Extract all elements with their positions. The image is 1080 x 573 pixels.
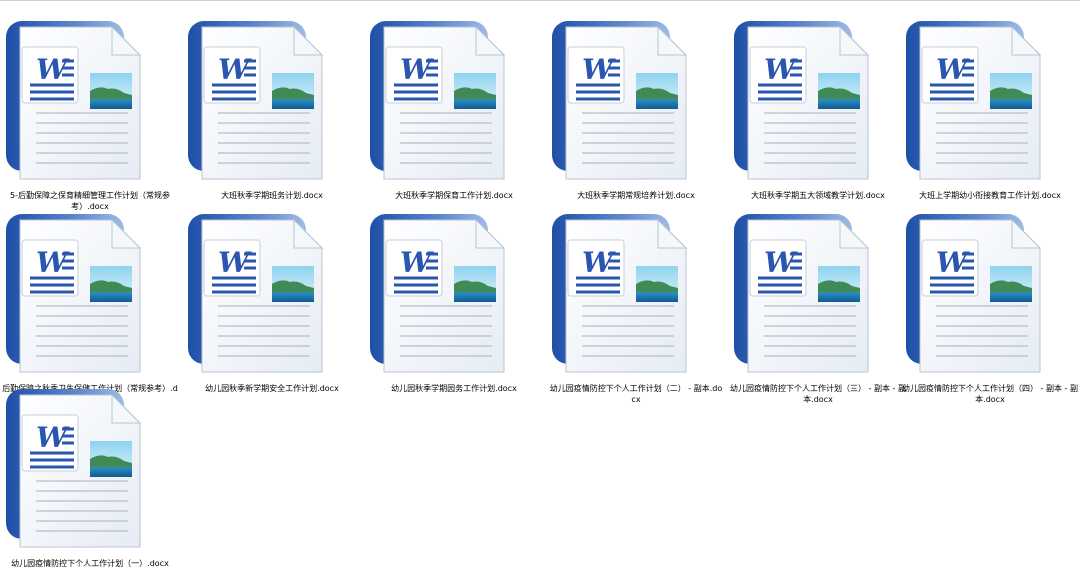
- file-name: 幼儿园疫情防控下个人工作计划（四） - 副本 - 副本.docx: [902, 384, 1078, 404]
- word-document-icon: [550, 19, 688, 181]
- word-document-icon: [368, 212, 506, 374]
- word-document-icon: [904, 19, 1042, 181]
- file-name: 大班秋季学期班务计划.docx: [221, 191, 323, 200]
- word-document-icon: [4, 212, 142, 374]
- file-name: 大班秋季学期五大领域教学计划.docx: [751, 191, 885, 200]
- file-item[interactable]: 大班秋季学期保育工作计划.docx: [364, 15, 544, 205]
- file-item[interactable]: 大班秋季学期五大领域教学计划.docx: [728, 15, 908, 205]
- file-item[interactable]: 后勤保障之秋季卫生保健工作计划（常规参考）.docx: [0, 208, 180, 404]
- file-item[interactable]: 幼儿园秋季学期园务工作计划.docx: [364, 208, 544, 398]
- word-document-icon: [4, 19, 142, 181]
- word-document-icon: [186, 19, 324, 181]
- file-name: 大班秋季学期常规培养计划.docx: [577, 191, 695, 200]
- file-name: 幼儿园秋季新学期安全工作计划.docx: [205, 384, 339, 393]
- file-name: 大班上学期幼小衔接教育工作计划.docx: [919, 191, 1061, 200]
- file-item[interactable]: 幼儿园疫情防控下个人工作计划（二） - 副本.docx: [546, 208, 726, 404]
- word-document-icon: [904, 212, 1042, 374]
- file-name: 幼儿园疫情防控下个人工作计划（二） - 副本.docx: [549, 384, 723, 404]
- file-item[interactable]: 幼儿园秋季新学期安全工作计划.docx: [182, 208, 362, 398]
- file-item[interactable]: 幼儿园疫情防控下个人工作计划（一）.docx: [0, 383, 180, 573]
- word-document-icon: [732, 19, 870, 181]
- word-document-icon: [732, 212, 870, 374]
- file-item[interactable]: 5-后勤保障之保育精细管理工作计划（常规参考）.docx: [0, 15, 180, 211]
- file-name: 幼儿园疫情防控下个人工作计划（一）.docx: [11, 559, 169, 568]
- window-top-border: [0, 0, 1080, 1]
- file-name: 幼儿园秋季学期园务工作计划.docx: [391, 384, 517, 393]
- word-document-icon: [4, 387, 142, 549]
- file-item[interactable]: 大班上学期幼小衔接教育工作计划.docx: [900, 15, 1080, 205]
- file-name: 幼儿园疫情防控下个人工作计划（三） - 副本 - 副本.docx: [730, 384, 906, 404]
- file-item[interactable]: 大班秋季学期常规培养计划.docx: [546, 15, 726, 205]
- word-document-icon: [186, 212, 324, 374]
- file-item[interactable]: 大班秋季学期班务计划.docx: [182, 15, 362, 205]
- word-document-icon: [550, 212, 688, 374]
- file-item[interactable]: 幼儿园疫情防控下个人工作计划（四） - 副本 - 副本.docx: [900, 208, 1080, 404]
- file-name: 大班秋季学期保育工作计划.docx: [395, 191, 513, 200]
- file-item[interactable]: 幼儿园疫情防控下个人工作计划（三） - 副本 - 副本.docx: [728, 208, 908, 404]
- word-document-icon: [368, 19, 506, 181]
